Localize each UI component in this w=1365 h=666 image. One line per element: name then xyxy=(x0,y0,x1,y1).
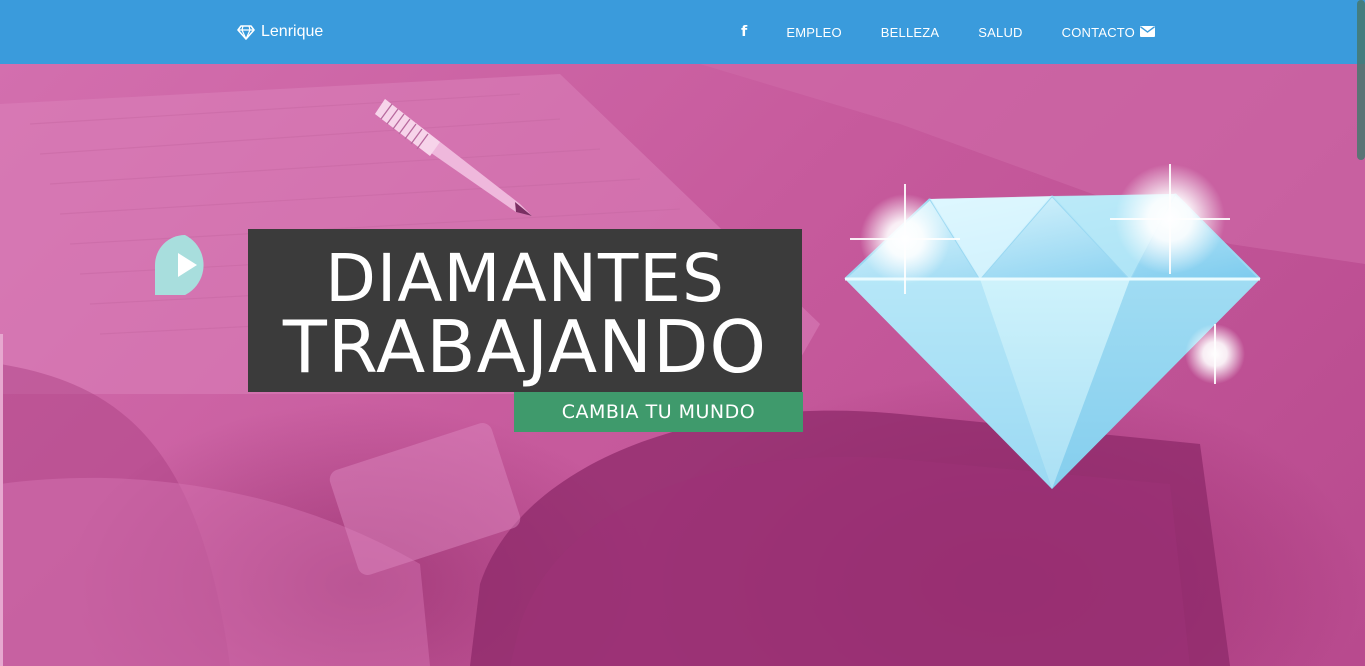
brand-link[interactable]: Lenrique xyxy=(237,0,323,64)
scrollbar-thumb[interactable] xyxy=(1357,0,1365,160)
facebook-link[interactable]: f xyxy=(741,24,747,40)
brand-name: Lenrique xyxy=(261,23,324,40)
nav-item-label: CONTACTO xyxy=(1061,24,1135,40)
play-button[interactable] xyxy=(155,235,215,299)
nav-item-empleo[interactable]: EMPLEO xyxy=(786,25,841,40)
nav-item-label: BELLEZA xyxy=(880,24,940,40)
nav-item-label: EMPLEO xyxy=(786,24,842,40)
nav-item-salud[interactable]: SALUD xyxy=(978,25,1022,40)
nav-item-belleza[interactable]: BELLEZA xyxy=(881,25,940,40)
nav-item-label: SALUD xyxy=(978,24,1023,40)
hero-title-line2: TRABAJANDO xyxy=(282,305,768,389)
hero-title-box: DIAMANTES TRABAJANDO xyxy=(248,229,802,392)
diamond-illustration xyxy=(844,164,1261,489)
hero-banner: DIAMANTES TRABAJANDO CAMBIA TU MUNDO xyxy=(0,64,1365,666)
envelope-icon xyxy=(1140,25,1155,40)
hero-subtitle: CAMBIA TU MUNDO xyxy=(514,392,803,432)
main-nav: f EMPLEO BELLEZA SALUD CONTACTO xyxy=(702,0,1155,64)
diamond-icon xyxy=(237,24,255,40)
nav-item-contacto[interactable]: CONTACTO xyxy=(1062,25,1155,40)
top-navbar: Lenrique f EMPLEO BELLEZA SALUD CONTACTO xyxy=(0,0,1365,64)
facebook-icon: f xyxy=(741,24,748,40)
play-icon xyxy=(155,235,204,299)
